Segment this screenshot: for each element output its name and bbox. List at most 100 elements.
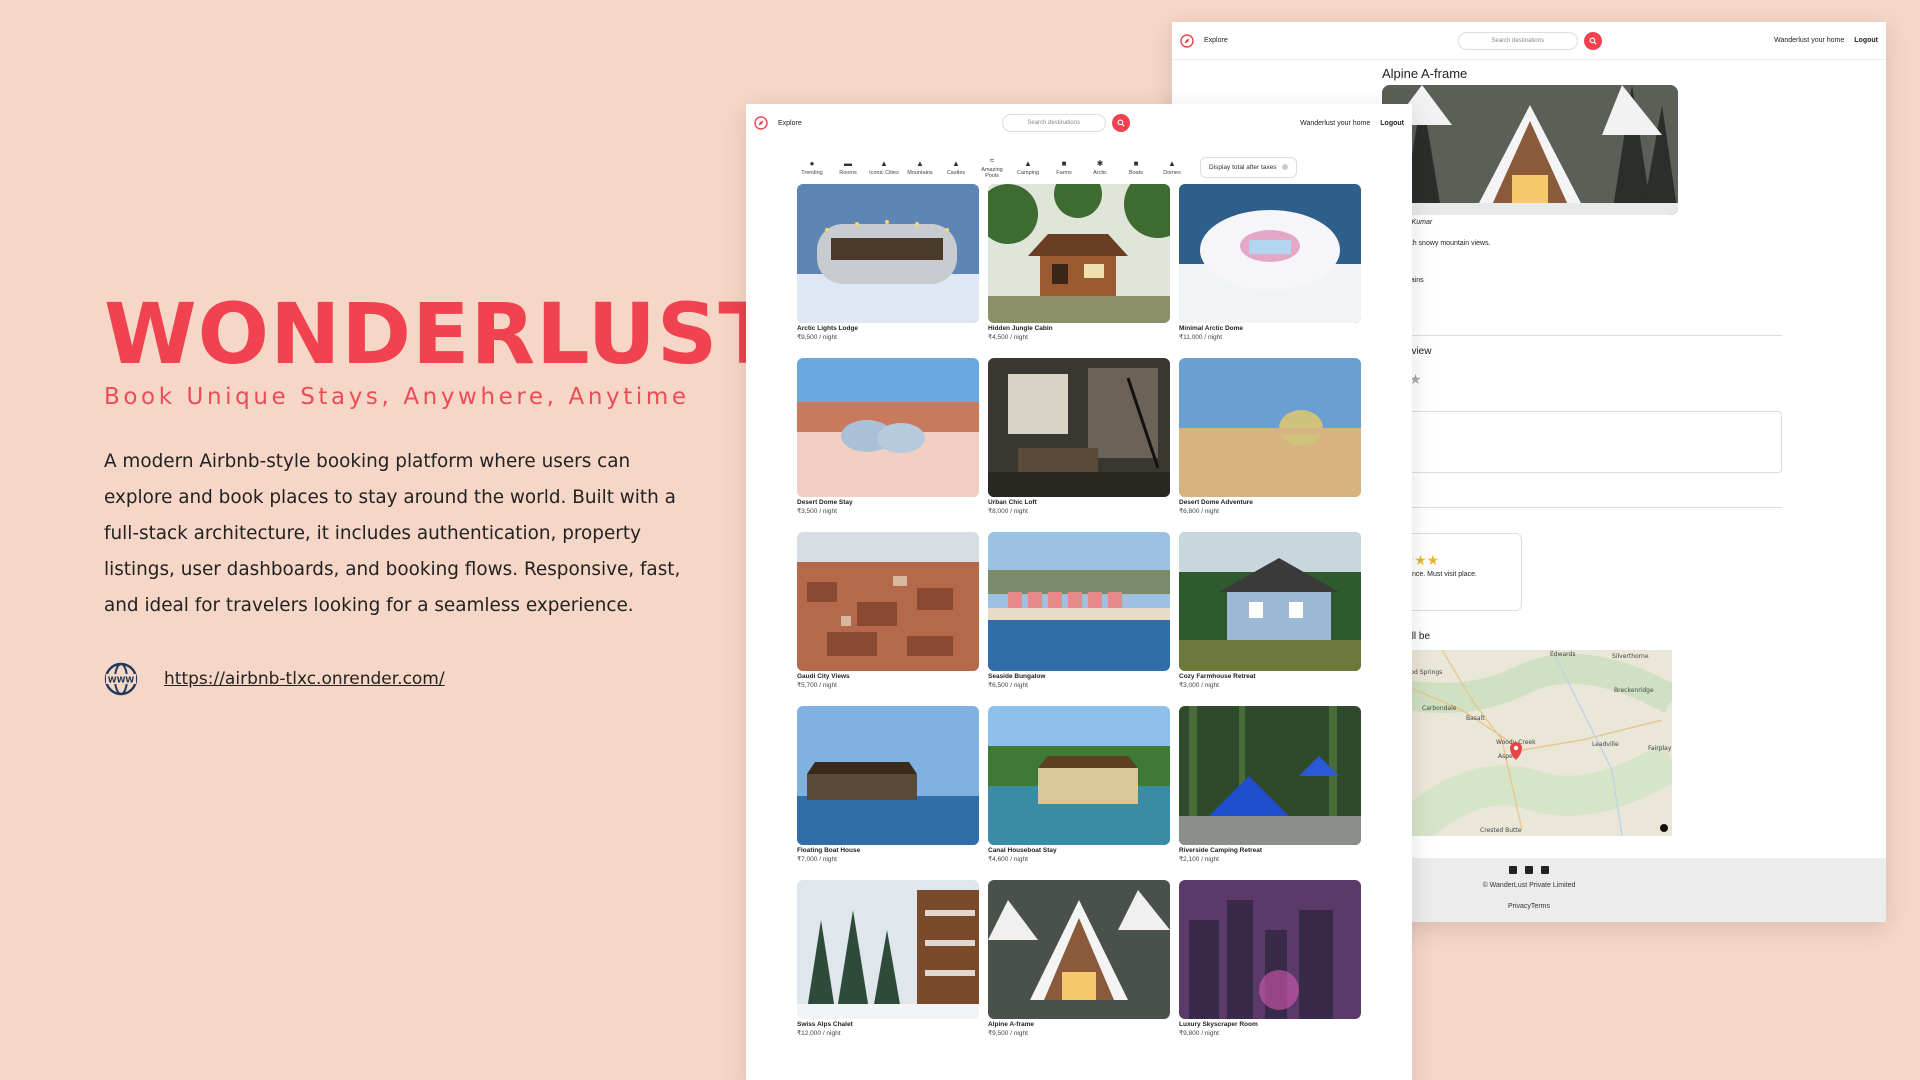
search-button[interactable] [1583, 31, 1602, 50]
filter-rooms[interactable]: ▬ Rooms [830, 159, 866, 176]
listing-card-price: ₹5,700 / night [797, 682, 837, 689]
listing-card[interactable]: Floating Boat House ₹7,000 / night [797, 706, 979, 880]
listing-card[interactable]: Arctic Lights Lodge ₹9,500 / night [797, 184, 979, 358]
listing-card[interactable]: Desert Dome Stay ₹3,500 / night [797, 358, 979, 532]
map-label: Breckenridge [1614, 687, 1654, 694]
rating-stars-input[interactable]: ★★★ [1382, 371, 1802, 388]
nav-home-link[interactable]: Wanderlust your home [1774, 37, 1844, 44]
filter-castles[interactable]: ▲ Castles [938, 159, 974, 176]
filter-mountains[interactable]: ▲ Mountains [902, 159, 938, 176]
listing-image[interactable] [1179, 532, 1361, 671]
snowflake-icon: ✱ [1096, 158, 1104, 168]
listing-card-title: Floating Boat House [797, 847, 861, 854]
compass-logo-icon[interactable] [754, 116, 768, 130]
nav-explore[interactable]: Explore [778, 120, 802, 127]
listing-photo [1382, 85, 1678, 215]
hero-description: A modern Airbnb-style booking platform w… [104, 451, 681, 616]
filter-arctic[interactable]: ✱ Arctic [1082, 159, 1118, 176]
listing-card[interactable]: Luxury Skyscraper Room ₹9,800 / night [1179, 880, 1361, 1054]
listing-card-price: ₹4,500 / night [988, 334, 1028, 341]
review-form-heading: e a Review [1382, 346, 1432, 357]
map-heading: re you'll be [1382, 631, 1431, 642]
listing-image[interactable] [797, 532, 979, 671]
listing-card[interactable]: Desert Dome Adventure ₹6,800 / night [1179, 358, 1361, 532]
nav-explore[interactable]: Explore [1204, 37, 1228, 44]
location-map[interactable]: Glenwood Springs Carbondale Basalt Aspen… [1378, 649, 1683, 851]
map-label: Carbondale [1422, 705, 1457, 712]
nav-right: Wanderlust your home Logout [1774, 37, 1878, 44]
nav-logout[interactable]: Logout [1380, 120, 1404, 127]
listing-card-title: Riverside Camping Retreat [1179, 847, 1263, 854]
listing-card-title: Desert Dome Adventure [1179, 499, 1253, 506]
comment-textarea[interactable] [1382, 411, 1782, 473]
search-input[interactable]: Search destinations [1001, 114, 1106, 132]
listing-image[interactable] [1179, 706, 1361, 845]
listing-image[interactable] [797, 880, 979, 1019]
listing-image[interactable] [797, 184, 979, 323]
listing-card-price: ₹9,500 / night [797, 334, 837, 341]
listing-card-title: Seaside Bungalow [988, 673, 1046, 680]
listing-card[interactable]: Seaside Bungalow ₹6,500 / night [988, 532, 1170, 706]
listing-image[interactable] [1179, 880, 1361, 1019]
filter-amazing-pools[interactable]: ≈ Amazing Pools [974, 156, 1010, 179]
filter-trending[interactable]: ● Trending [794, 159, 830, 176]
listing-card[interactable]: Cozy Farmhouse Retreat ₹3,000 / night [1179, 532, 1361, 706]
listing-image[interactable] [988, 184, 1170, 323]
divider [1382, 335, 1782, 336]
map-label: Basalt [1466, 715, 1485, 722]
listing-image[interactable] [797, 358, 979, 497]
tractor-icon: ■ [1061, 158, 1067, 168]
listing-card[interactable]: Swiss Alps Chalet ₹12,000 / night [797, 880, 979, 1054]
navbar: Explore Search destinations Wanderlust y… [1172, 22, 1886, 60]
listing-card-price: ₹3,000 / night [1179, 682, 1219, 689]
listing-card[interactable]: Hidden Jungle Cabin ₹4,500 / night [988, 184, 1170, 358]
listing-image[interactable] [988, 532, 1170, 671]
listing-image[interactable] [1179, 358, 1361, 497]
listing-card-title: Alpine A-frame [988, 1021, 1034, 1028]
listing-card-title: Urban Chic Loft [988, 499, 1037, 506]
tax-toggle[interactable]: Display total after taxes [1200, 156, 1297, 178]
listing-image[interactable] [988, 706, 1170, 845]
comment-label: nt [1382, 398, 1802, 405]
listing-image[interactable] [988, 358, 1170, 497]
filter-farms[interactable]: ■ Farms [1046, 159, 1082, 176]
facebook-icon[interactable] [1509, 866, 1517, 874]
filter-iconic-cities[interactable]: ▲ Iconic Cities [866, 159, 902, 176]
toggle-switch-icon[interactable] [1281, 164, 1288, 170]
filter-domes[interactable]: ▲ Domes [1154, 159, 1190, 176]
city-icon: ▲ [880, 158, 888, 168]
listing-card-title: Cozy Farmhouse Retreat [1179, 673, 1256, 680]
linkedin-icon[interactable] [1541, 866, 1549, 874]
listing-owner: by Rahul Kumar [1382, 219, 1433, 226]
listing-card-price: ₹7,000 / night [797, 856, 837, 863]
listing-card[interactable]: Urban Chic Loft ₹8,000 / night [988, 358, 1170, 532]
search-input[interactable]: Search destinations [1457, 31, 1578, 50]
listing-card[interactable]: Alpine A-frame ₹9,500 / night [988, 880, 1170, 1054]
listing-card[interactable]: Minimal Arctic Dome ₹11,000 / night [1179, 184, 1361, 358]
nav-home-link[interactable]: Wanderlust your home [1300, 120, 1370, 127]
listing-card[interactable]: Canal Houseboat Stay ₹4,600 / night [988, 706, 1170, 880]
filter-boats[interactable]: ■ Boats [1118, 159, 1154, 176]
listing-card[interactable]: Riverside Camping Retreat ₹2,100 / night [1179, 706, 1361, 880]
listing-image[interactable] [988, 880, 1170, 1019]
tent-icon: ▲ [1024, 158, 1032, 168]
listing-card[interactable]: Gaudi City Views ₹5,700 / night [797, 532, 979, 706]
listing-card-price: ₹6,500 / night [988, 682, 1028, 689]
listing-card-price: ₹9,500 / night [988, 1030, 1028, 1037]
site-link[interactable]: https://airbnb-tlxc.onrender.com/ [164, 669, 445, 689]
mountain-icon: ▲ [916, 158, 924, 168]
listing-card-title: Minimal Arctic Dome [1179, 325, 1244, 332]
listing-card-title: Luxury Skyscraper Room [1179, 1021, 1258, 1028]
listing-image[interactable] [797, 706, 979, 845]
filter-camping[interactable]: ▲ Camping [1010, 159, 1046, 176]
nav-logout[interactable]: Logout [1854, 37, 1878, 44]
map-label: Silverthorne [1612, 653, 1649, 660]
divider-2 [1382, 507, 1782, 508]
listing-image[interactable] [1179, 184, 1361, 323]
compass-logo-icon[interactable] [1180, 33, 1194, 48]
listing-card-title: Gaudi City Views [797, 673, 850, 680]
map-label: Crested Butte [1480, 827, 1522, 834]
search-button[interactable] [1111, 114, 1130, 132]
instagram-icon[interactable] [1525, 866, 1533, 874]
listings-grid: Arctic Lights Lodge ₹9,500 / night Hidden … [797, 184, 1361, 1054]
